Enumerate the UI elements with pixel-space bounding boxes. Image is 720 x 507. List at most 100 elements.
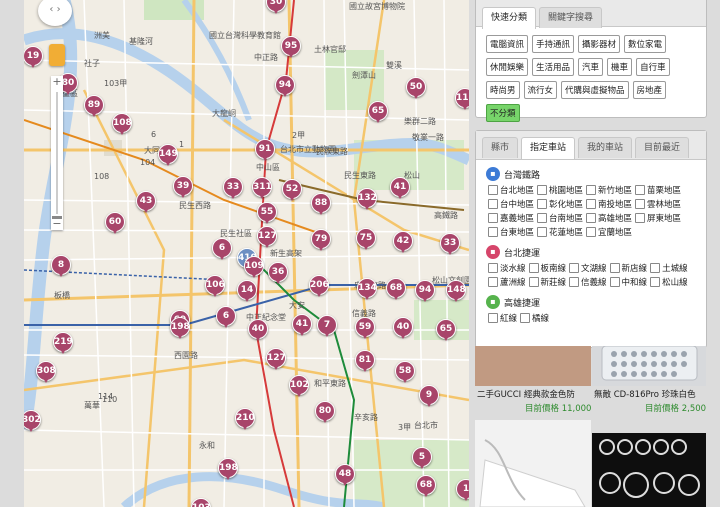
map-marker[interactable]: 198: [170, 317, 190, 339]
station-option[interactable]: 蘆洲線: [488, 276, 526, 288]
map-marker[interactable]: 88: [311, 193, 331, 215]
map-marker[interactable]: 65: [368, 101, 388, 123]
map-marker[interactable]: 210: [235, 408, 255, 430]
station-option[interactable]: 淡水線: [488, 262, 526, 274]
map-marker[interactable]: 94: [415, 280, 435, 302]
product-image[interactable]: [592, 346, 706, 386]
checkbox[interactable]: [528, 263, 539, 273]
category-chip[interactable]: 流行女: [523, 81, 558, 99]
checkbox[interactable]: [586, 213, 597, 223]
product-title[interactable]: 二手GUCCI 經典款金色防: [477, 388, 575, 400]
category-chip[interactable]: 時尚男: [486, 81, 520, 99]
checkbox[interactable]: [586, 185, 597, 195]
checkbox[interactable]: [537, 185, 548, 195]
product-image[interactable]: [592, 433, 706, 507]
map-marker[interactable]: 65: [436, 319, 456, 341]
category-chip[interactable]: 機車: [607, 58, 633, 76]
tab-my-station[interactable]: 我的車站: [578, 137, 633, 158]
station-option[interactable]: 桃園地區: [537, 184, 583, 196]
map-marker[interactable]: 149: [158, 144, 178, 166]
checkbox[interactable]: [520, 313, 531, 323]
map-marker[interactable]: 5: [412, 447, 432, 469]
map-marker[interactable]: 134: [357, 278, 377, 300]
map-marker[interactable]: 108: [112, 113, 132, 135]
station-option[interactable]: 土城線: [650, 262, 688, 274]
tab-station[interactable]: 指定車站: [521, 137, 576, 159]
street-view-pegman-icon[interactable]: [49, 44, 65, 66]
map-marker[interactable]: 68: [386, 278, 406, 300]
category-chip[interactable]: 手持通訊: [532, 35, 575, 53]
map-marker[interactable]: 81: [355, 350, 375, 372]
map-marker[interactable]: 198: [218, 458, 238, 480]
map-marker[interactable]: 132: [357, 188, 377, 210]
station-option[interactable]: 信義線: [569, 276, 607, 288]
category-chip[interactable]: 汽車: [578, 58, 604, 76]
category-chip[interactable]: 不分類: [486, 104, 520, 122]
checkbox[interactable]: [537, 227, 548, 237]
tab-county[interactable]: 縣市: [482, 137, 519, 158]
map-view[interactable]: 國立台灣科學教育館 土林官邸 國立故宮博物院 中正路 雙溪 劍潭山 基隆河 洲美 社子 大龍峒 樂群…: [24, 0, 470, 507]
map-marker[interactable]: 79: [311, 229, 331, 251]
checkbox[interactable]: [488, 185, 498, 195]
station-option[interactable]: 中和線: [609, 276, 647, 288]
map-marker[interactable]: 59: [355, 317, 375, 339]
category-chip[interactable]: 攝影器材: [578, 35, 621, 53]
checkbox[interactable]: [609, 263, 620, 273]
station-option[interactable]: 台北地區: [488, 184, 534, 196]
map-marker[interactable]: 6: [212, 238, 232, 260]
map-marker[interactable]: 41: [292, 314, 312, 336]
station-option[interactable]: 橘線: [520, 312, 549, 324]
station-option[interactable]: 雲林地區: [635, 198, 681, 210]
map-marker[interactable]: 42: [393, 231, 413, 253]
map-marker[interactable]: 91: [255, 139, 275, 161]
map-marker[interactable]: 95: [281, 36, 301, 58]
map-marker[interactable]: 60: [105, 212, 125, 234]
map-marker[interactable]: 1: [456, 479, 469, 501]
checkbox[interactable]: [569, 263, 580, 273]
checkbox[interactable]: [650, 263, 661, 273]
category-chip[interactable]: 休閒娛樂: [486, 58, 529, 76]
checkbox[interactable]: [537, 213, 548, 223]
checkbox[interactable]: [586, 199, 597, 209]
station-option[interactable]: 文湖線: [569, 262, 607, 274]
map-marker[interactable]: 68: [416, 475, 436, 497]
checkbox[interactable]: [488, 227, 498, 237]
map-marker[interactable]: 80: [315, 401, 335, 423]
map-marker[interactable]: 58: [395, 361, 415, 383]
checkbox[interactable]: [528, 277, 539, 287]
map-marker[interactable]: 8: [51, 255, 71, 277]
checkbox[interactable]: [635, 185, 646, 195]
product-title[interactable]: 無敵 CD-816Pro 珍珠白色: [594, 388, 696, 400]
category-chip[interactable]: 自行車: [636, 58, 670, 76]
station-option[interactable]: 新竹地區: [586, 184, 632, 196]
category-chip[interactable]: 生活用品: [532, 58, 575, 76]
map-marker[interactable]: 39: [173, 176, 193, 198]
map-marker[interactable]: 308: [36, 361, 56, 383]
station-option[interactable]: 彰化地區: [537, 198, 583, 210]
map-marker[interactable]: 36: [268, 262, 288, 284]
station-option[interactable]: 屏東地區: [635, 212, 681, 224]
zoom-slider-track[interactable]: [56, 92, 58, 214]
map-marker[interactable]: 9: [419, 385, 439, 407]
station-option[interactable]: 台南地區: [537, 212, 583, 224]
station-option[interactable]: 台東地區: [488, 226, 534, 238]
checkbox[interactable]: [609, 277, 620, 287]
station-option[interactable]: 苗栗地區: [635, 184, 681, 196]
category-chip[interactable]: 電腦資訊: [486, 35, 529, 53]
checkbox[interactable]: [488, 277, 498, 287]
map-marker[interactable]: 14: [237, 280, 257, 302]
station-option[interactable]: 板南線: [528, 262, 566, 274]
tab-quick-category[interactable]: 快速分類: [482, 7, 537, 29]
map-marker[interactable]: 311: [252, 177, 272, 199]
chevron-left-icon[interactable]: ‹: [49, 4, 53, 15]
map-marker[interactable]: 50: [406, 77, 426, 99]
checkbox[interactable]: [488, 313, 498, 323]
checkbox[interactable]: [569, 277, 580, 287]
map-marker[interactable]: 127: [266, 348, 286, 370]
map-marker[interactable]: 19: [24, 46, 43, 68]
station-option[interactable]: 新店線: [609, 262, 647, 274]
map-marker[interactable]: 43: [136, 191, 156, 213]
zoom-in-button[interactable]: +: [51, 76, 63, 88]
station-option[interactable]: 南投地區: [586, 198, 632, 210]
map-marker[interactable]: 6: [216, 306, 236, 328]
